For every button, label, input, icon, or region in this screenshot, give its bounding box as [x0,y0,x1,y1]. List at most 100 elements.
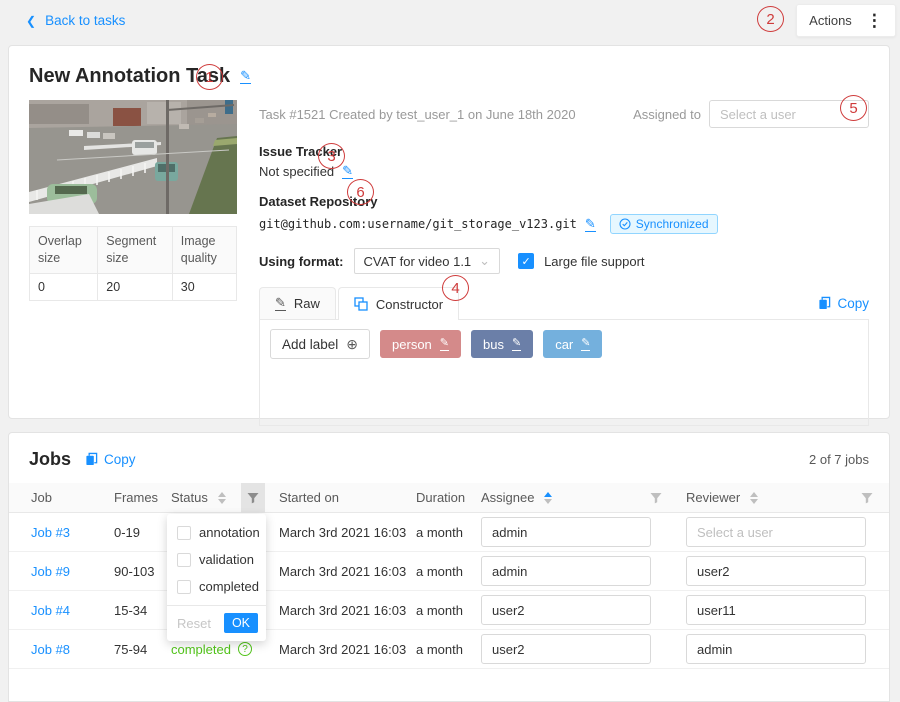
format-select[interactable]: CVAT for video 1.1 ⌄ [354,248,501,274]
tab-raw[interactable]: ✎ Raw [259,287,336,319]
job-started: March 3rd 2021 16:03 [279,564,416,579]
using-format-label: Using format: [259,254,344,269]
labels-copy-button[interactable]: Copy [818,296,869,311]
status-filter-button[interactable] [241,483,265,513]
actions-label: Actions [809,13,852,28]
job-duration: a month [416,525,481,540]
job-row: Job #9 90-103 March 3rd 2021 16:03 a mon… [9,552,889,591]
checkbox-annotation[interactable] [177,526,191,540]
reviewer-sort-button[interactable] [750,492,758,504]
param-value-quality: 30 [172,273,236,300]
sync-status-badge: Synchronized [610,214,718,234]
param-header-overlap: Overlap size [30,227,98,274]
job-link[interactable]: Job #8 [31,642,114,657]
param-value-segment: 20 [98,273,173,300]
assignee-input[interactable] [481,517,651,547]
back-link-label: Back to tasks [45,13,125,28]
actions-button[interactable]: Actions ⋮ [796,4,896,37]
checkbox-completed[interactable] [177,580,191,594]
edit-label-icon[interactable]: ✎ [440,338,449,351]
tab-constructor[interactable]: Constructor [338,287,459,320]
repository-url[interactable]: git@github.com:username/git_storage_v123… [259,217,577,231]
jobs-card: Jobs Copy 2 of 7 jobs Job Frames Status … [8,432,890,702]
checkbox-validation[interactable] [177,553,191,567]
edit-label-icon[interactable]: ✎ [512,338,521,351]
add-label-button[interactable]: Add label ⊕ [270,329,370,359]
annotation-marker-4: 4 [442,275,469,301]
col-status: Status [171,490,208,505]
filter-option-completed-label: completed [199,579,259,594]
kebab-menu-icon: ⋮ [866,11,883,31]
assignee-sort-button[interactable] [544,492,552,504]
annotation-marker-6: 6 [347,179,374,205]
copy-icon [85,452,98,466]
param-header-segment: Segment size [98,227,173,274]
job-frames: 75-94 [114,642,171,657]
job-link[interactable]: Job #3 [31,525,114,540]
job-frames: 0-19 [114,525,171,540]
large-file-support-checkbox[interactable]: ✓ [518,253,534,269]
jobs-copy-label: Copy [104,452,136,467]
format-select-value: CVAT for video 1.1 [364,254,472,269]
assigned-to-label: Assigned to [633,107,701,122]
add-label-text: Add label [282,337,338,352]
chevron-left-icon: ❮ [26,14,36,28]
edit-label-icon[interactable]: ✎ [581,338,590,351]
status-sort-button[interactable] [218,492,226,504]
filter-ok-button[interactable]: OK [224,613,258,633]
job-link[interactable]: Job #9 [31,564,114,579]
annotation-marker-3: 3 [318,143,345,169]
reviewer-input[interactable] [686,634,866,664]
filter-reset-button[interactable]: Reset [177,616,211,631]
job-started: March 3rd 2021 16:03 [279,603,416,618]
reviewer-filter-icon[interactable] [861,492,873,504]
copy-icon [818,296,831,310]
pencil-icon: ✎ [275,296,286,311]
chevron-down-icon: ⌄ [479,258,490,265]
job-status: completed ? [171,642,265,657]
edit-repository-icon[interactable]: ✎ [585,217,596,232]
annotation-marker-2: 2 [757,6,784,32]
job-duration: a month [416,564,481,579]
col-frames: Frames [114,490,171,505]
assignee-filter-icon[interactable] [650,492,662,504]
question-circle-icon: ? [238,642,252,656]
edit-task-name-icon[interactable]: ✎ [240,69,251,84]
job-row: Job #3 0-19 March 3rd 2021 16:03 a month [9,513,889,552]
job-row: Job #4 15-34 March 3rd 2021 16:03 a mont… [9,591,889,630]
assignee-input[interactable] [481,634,651,664]
assignee-input[interactable] [481,556,651,586]
filter-option-completed[interactable]: completed [167,573,266,600]
col-job: Job [31,490,114,505]
job-duration: a month [416,642,481,657]
back-to-tasks-link[interactable]: ❮ Back to tasks [26,13,125,28]
filter-option-annotation[interactable]: annotation [167,519,266,546]
reviewer-input[interactable] [686,517,866,547]
issue-tracker-label: Issue Tracker [259,144,869,159]
job-frames: 15-34 [114,603,171,618]
reviewer-input[interactable] [686,556,866,586]
tab-constructor-label: Constructor [376,297,443,312]
annotation-marker-1: 1 [196,64,223,90]
status-filter-dropdown: annotation validation completed Reset OK [167,514,266,641]
jobs-heading: Jobs [29,449,71,470]
job-link[interactable]: Job #4 [31,603,114,618]
filter-funnel-icon [247,492,259,504]
task-preview-image [29,100,237,214]
sync-badge-label: Synchronized [636,217,709,231]
filter-option-validation[interactable]: validation [167,546,266,573]
labels-constructor-panel: Add label ⊕ person ✎ bus ✎ car ✎ [259,320,869,426]
reviewer-input[interactable] [686,595,866,625]
task-meta-text: Task #1521 Created by test_user_1 on Jun… [259,107,576,122]
assignee-input[interactable] [481,595,651,625]
jobs-copy-button[interactable]: Copy [85,452,136,467]
job-duration: a month [416,603,481,618]
label-chip-bus[interactable]: bus ✎ [471,330,533,358]
label-chip-person[interactable]: person ✎ [380,330,461,358]
jobs-table-header: Job Frames Status Started on Duration As… [9,483,889,513]
labels-copy-label: Copy [837,296,869,311]
job-started: March 3rd 2021 16:03 [279,642,416,657]
label-chip-car[interactable]: car ✎ [543,330,602,358]
edit-issue-tracker-icon[interactable]: ✎ [342,164,353,179]
param-header-quality: Image quality [172,227,236,274]
